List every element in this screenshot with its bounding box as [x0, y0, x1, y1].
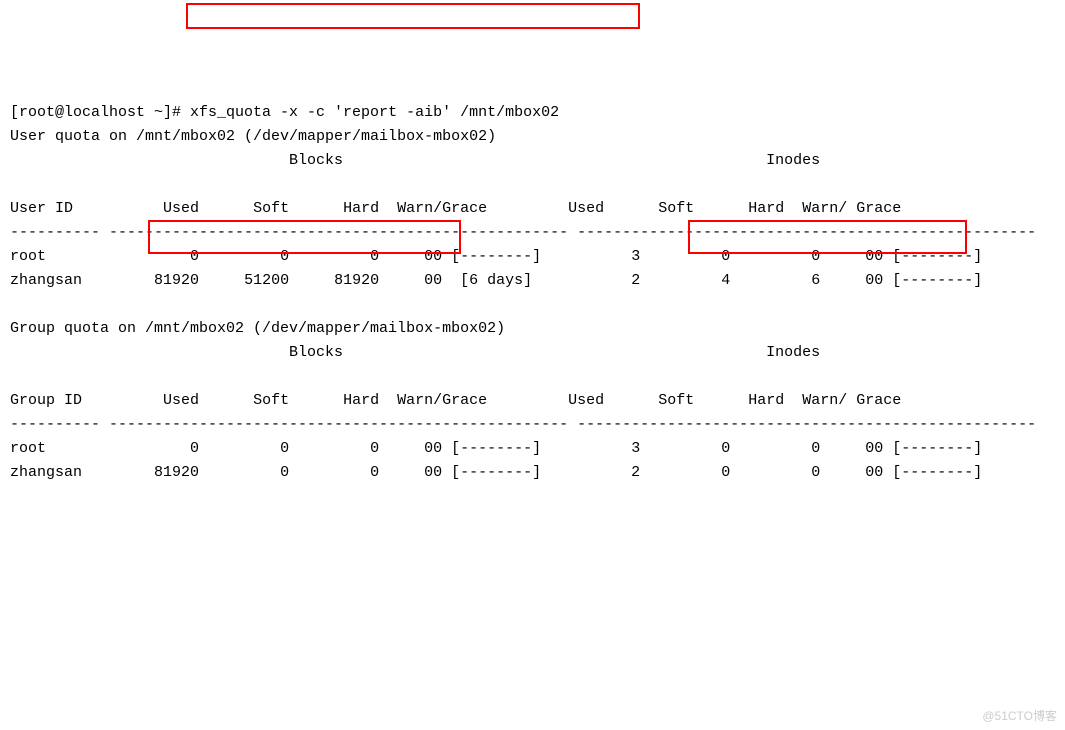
row-root-bwarn: 00 [--------]: [424, 248, 541, 265]
row-root-bhard: 0: [370, 248, 379, 265]
grow-zhangsan-isoft: 0: [721, 464, 730, 481]
row-root-iwarn: 00 [--------]: [865, 248, 982, 265]
grow-root-bhard: 0: [370, 440, 379, 457]
col-used2: Used: [568, 200, 604, 217]
row-zhangsan-bhard: 81920: [334, 272, 379, 289]
inodes-header: Inodes: [766, 152, 820, 169]
col-used: Used: [163, 200, 199, 217]
grow-root-name: root: [10, 440, 46, 457]
prompt-text: [root@localhost ~]#: [10, 104, 190, 121]
col-soft2: Soft: [658, 200, 694, 217]
col-warn2-g: Warn/ Grace: [802, 392, 901, 409]
row-zhangsan-iwarn: 00 [--------]: [865, 272, 982, 289]
col-soft: Soft: [253, 200, 289, 217]
grow-zhangsan-iused: 2: [631, 464, 640, 481]
group-quota-title: Group quota on /mnt/mbox02 (/dev/mapper/…: [10, 320, 505, 337]
row-root-iused: 3: [631, 248, 640, 265]
row-zhangsan-bused: 81920: [154, 272, 199, 289]
col-user-id: User ID: [10, 200, 73, 217]
col-group-id: Group ID: [10, 392, 82, 409]
grow-root-bsoft: 0: [280, 440, 289, 457]
row-zhangsan-ihard: 6: [811, 272, 820, 289]
col-used2-g: Used: [568, 392, 604, 409]
row-zhangsan-name: zhangsan: [10, 272, 82, 289]
watermark-text: @51CTO博客: [982, 707, 1057, 726]
grow-zhangsan-bused: 81920: [154, 464, 199, 481]
grow-root-iwarn: 00 [--------]: [865, 440, 982, 457]
user-quota-title: User quota on /mnt/mbox02 (/dev/mapper/m…: [10, 128, 496, 145]
dash-row: ---------- -----------------------------…: [10, 224, 1036, 241]
col-hard2-g: Hard: [748, 392, 784, 409]
grow-root-bwarn: 00 [--------]: [424, 440, 541, 457]
row-zhangsan-bsoft: 51200: [244, 272, 289, 289]
col-hard-g: Hard: [343, 392, 379, 409]
blocks-header-g: Blocks: [289, 344, 343, 361]
row-zhangsan-isoft: 4: [721, 272, 730, 289]
grow-zhangsan-bwarn: 00 [--------]: [424, 464, 541, 481]
grow-root-bused: 0: [190, 440, 199, 457]
col-soft-g: Soft: [253, 392, 289, 409]
highlight-command: [186, 3, 640, 29]
grow-zhangsan-bsoft: 0: [280, 464, 289, 481]
grow-zhangsan-ihard: 0: [811, 464, 820, 481]
row-root-name: root: [10, 248, 46, 265]
row-zhangsan-iused: 2: [631, 272, 640, 289]
col-soft2-g: Soft: [658, 392, 694, 409]
command-text: xfs_quota -x -c 'report -aib' /mnt/mbox0…: [190, 104, 559, 121]
blocks-header: Blocks: [289, 152, 343, 169]
dash-row-g: ---------- -----------------------------…: [10, 416, 1036, 433]
col-hard: Hard: [343, 200, 379, 217]
col-hard2: Hard: [748, 200, 784, 217]
grow-zhangsan-bhard: 0: [370, 464, 379, 481]
row-zhangsan-bwarn: 00 [6 days]: [424, 272, 532, 289]
row-root-bsoft: 0: [280, 248, 289, 265]
grow-root-ihard: 0: [811, 440, 820, 457]
col-warn-g: Warn/Grace: [397, 392, 487, 409]
col-used-g: Used: [163, 392, 199, 409]
inodes-header-g: Inodes: [766, 344, 820, 361]
grow-root-isoft: 0: [721, 440, 730, 457]
row-root-ihard: 0: [811, 248, 820, 265]
row-root-bused: 0: [190, 248, 199, 265]
row-root-isoft: 0: [721, 248, 730, 265]
grow-zhangsan-iwarn: 00 [--------]: [865, 464, 982, 481]
grow-root-iused: 3: [631, 440, 640, 457]
grow-zhangsan-name: zhangsan: [10, 464, 82, 481]
col-warn2: Warn/ Grace: [802, 200, 901, 217]
col-warn: Warn/Grace: [397, 200, 487, 217]
